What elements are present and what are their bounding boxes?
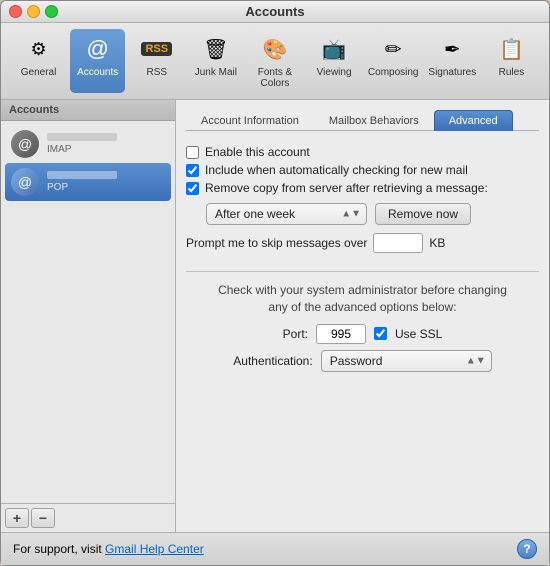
pop-account-icon: @ [11,168,39,196]
maximize-button[interactable] [45,5,58,18]
toolbar-rss[interactable]: RSS RSS [129,29,184,93]
pop-account-info: POP [47,171,165,193]
window-controls [9,5,58,18]
tab-bar: Account Information Mailbox Behaviors Ad… [186,110,539,131]
gmail-help-link[interactable]: Gmail Help Center [105,542,204,556]
main-panel: Account Information Mailbox Behaviors Ad… [176,100,549,532]
info-text: Check with your system administrator bef… [186,282,539,316]
composing-label: Composing [368,67,419,78]
tab-advanced[interactable]: Advanced [434,110,513,131]
remove-account-button[interactable]: − [31,508,55,528]
help-button[interactable]: ? [517,539,537,559]
port-label: Port: [283,327,308,341]
toolbar-fonts-colors[interactable]: 🎨 Fonts & Colors [247,29,302,93]
toolbar-general[interactable]: ⚙ General [11,29,66,93]
enable-account-label: Enable this account [205,145,310,159]
skip-messages-input[interactable] [373,233,423,253]
tab-mailbox-behaviors[interactable]: Mailbox Behaviors [314,110,434,131]
imap-account-icon: @ [11,130,39,158]
imap-account-type: IMAP [47,144,165,155]
skip-messages-row: Prompt me to skip messages over KB [186,233,539,253]
signatures-icon: ✒ [436,33,468,65]
general-label: General [21,67,57,78]
auth-select-wrapper: Password MD5 Challenge-Response NTLM Ker… [321,350,492,372]
pop-account-type: POP [47,182,165,193]
fonts-colors-label: Fonts & Colors [249,67,300,89]
accounts-label: Accounts [77,67,118,78]
sidebar-account-list: @ IMAP @ POP [1,121,175,503]
use-ssl-label: Use SSL [395,327,442,341]
auth-label: Authentication: [233,354,312,368]
close-button[interactable] [9,5,22,18]
junk-mail-icon: 🗑 [200,33,232,65]
titlebar: Accounts [1,1,549,23]
rules-icon: 📋 [495,33,527,65]
auth-row: Authentication: Password MD5 Challenge-R… [186,350,539,372]
remove-copy-checkbox[interactable] [186,182,199,195]
sidebar-footer: + − [1,503,175,532]
auth-select[interactable]: Password MD5 Challenge-Response NTLM Ker… [321,350,492,372]
port-input[interactable] [316,324,366,344]
fonts-colors-icon: 🎨 [259,33,291,65]
composing-icon: ✏ [377,33,409,65]
remove-copy-label: Remove copy from server after retrieving… [205,181,488,195]
use-ssl-checkbox[interactable] [374,327,387,340]
rules-label: Rules [499,67,525,78]
accounts-icon: @ [82,33,114,65]
sidebar-header: Accounts [1,100,175,121]
auto-check-checkbox[interactable] [186,164,199,177]
toolbar-accounts[interactable]: @ Accounts [70,29,125,93]
footer-support-text: For support, visit [13,542,105,556]
toolbar-composing[interactable]: ✏ Composing [366,29,421,93]
minimize-button[interactable] [27,5,40,18]
add-account-button[interactable]: + [5,508,29,528]
skip-messages-label: Prompt me to skip messages over [186,236,367,250]
rss-label: RSS [146,67,167,78]
remove-now-button[interactable]: Remove now [375,203,471,225]
port-row: Port: Use SSL [186,324,539,344]
toolbar-rules[interactable]: 📋 Rules [484,29,539,93]
rss-icon: RSS [141,33,173,65]
auto-check-row: Include when automatically checking for … [186,161,539,179]
skip-messages-unit: KB [429,236,445,250]
content-area: Accounts @ IMAP @ POP [1,100,549,532]
footer-text: For support, visit Gmail Help Center [13,542,204,556]
sidebar-item-pop[interactable]: @ POP [5,163,171,201]
imap-account-info: IMAP [47,133,165,155]
pop-account-name [47,171,117,179]
advanced-section: Enable this account Include when automat… [186,143,539,253]
section-divider [186,271,539,272]
toolbar-signatures[interactable]: ✒ Signatures [425,29,480,93]
viewing-icon: 📺 [318,33,350,65]
auto-check-label: Include when automatically checking for … [205,163,468,177]
enable-account-row: Enable this account [186,143,539,161]
remove-copy-row: Remove copy from server after retrieving… [186,179,539,197]
remove-after-select[interactable]: After one week After one day After one m… [206,203,367,225]
toolbar-viewing[interactable]: 📺 Viewing [307,29,362,93]
tab-account-information[interactable]: Account Information [186,110,314,131]
toolbar-junk-mail[interactable]: 🗑 Junk Mail [188,29,243,93]
general-icon: ⚙ [23,33,55,65]
signatures-label: Signatures [428,67,476,78]
remove-after-select-wrapper: After one week After one day After one m… [206,203,367,225]
window-footer: For support, visit Gmail Help Center ? [1,532,549,565]
imap-account-name [47,133,117,141]
viewing-label: Viewing [317,67,352,78]
remove-after-row: After one week After one day After one m… [186,203,539,225]
window-title: Accounts [245,4,304,19]
main-window: Accounts ⚙ General @ Accounts RSS RSS 🗑 … [0,0,550,566]
enable-account-checkbox[interactable] [186,146,199,159]
junk-mail-label: Junk Mail [195,67,237,78]
toolbar: ⚙ General @ Accounts RSS RSS 🗑 Junk Mail… [1,23,549,100]
sidebar: Accounts @ IMAP @ POP [1,100,176,532]
sidebar-item-imap[interactable]: @ IMAP [5,125,171,163]
